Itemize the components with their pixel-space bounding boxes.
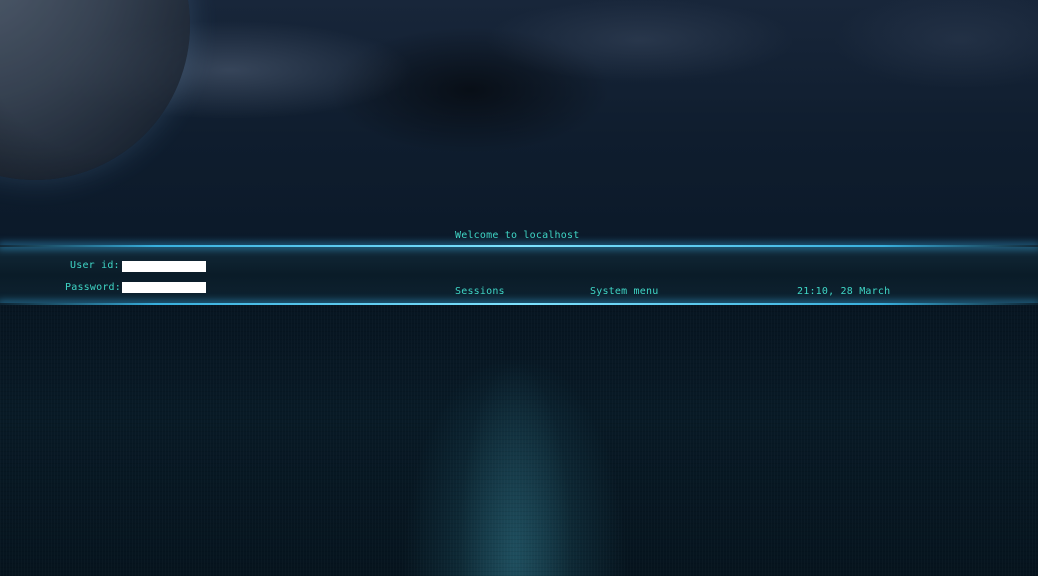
system-menu-button[interactable]: System menu	[590, 286, 658, 298]
user-id-label: User id:	[70, 260, 120, 271]
login-screen: Welcome to localhost User id: Password: …	[0, 0, 1038, 576]
user-id-input[interactable]	[122, 261, 206, 272]
panel-top-divider	[0, 245, 1038, 247]
clock-display: 21:10, 28 March	[797, 286, 891, 297]
welcome-message: Welcome to localhost	[455, 230, 580, 241]
password-input[interactable]	[122, 282, 206, 293]
sessions-menu-button[interactable]: Sessions	[455, 286, 505, 298]
password-label: Password:	[65, 282, 121, 293]
sea-texture	[0, 305, 1038, 576]
